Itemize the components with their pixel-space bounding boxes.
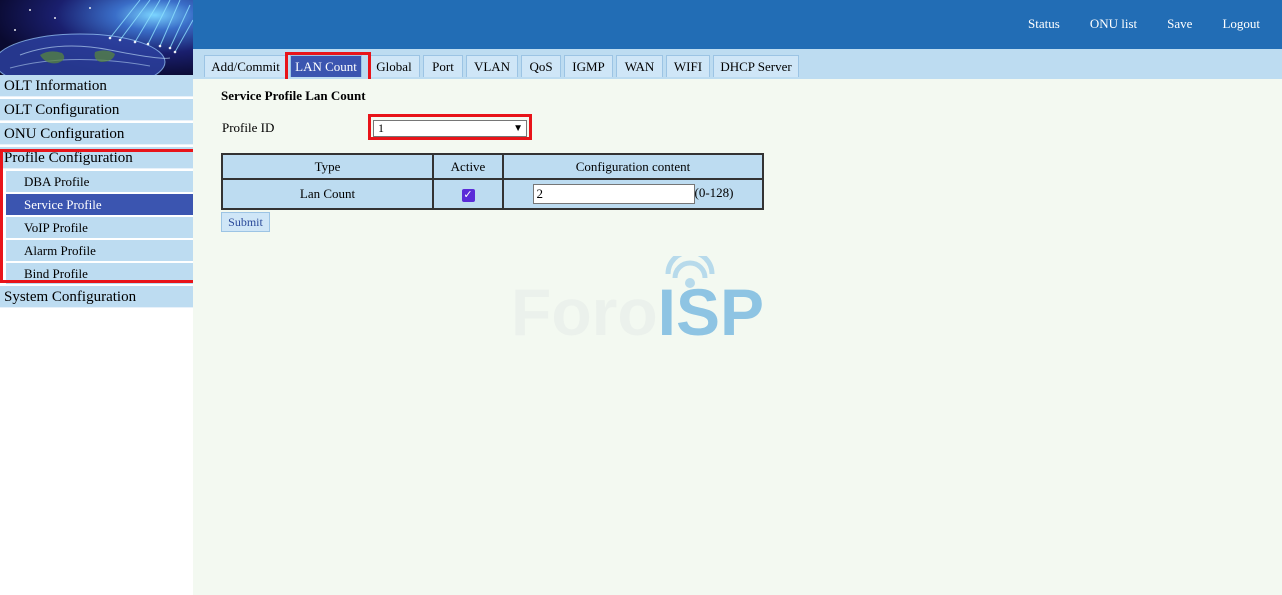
table-header-configuration-content: Configuration content (502, 153, 764, 180)
tab-wifi[interactable]: WIFI (666, 55, 710, 77)
tab-add-commit[interactable]: Add/Commit (204, 55, 287, 77)
sidebar-item-onu-configuration[interactable]: ONU Configuration (0, 123, 193, 145)
sidebar-subitem-bind-profile[interactable]: Bind Profile (6, 263, 193, 284)
sidebar-item-system-configuration[interactable]: System Configuration (0, 286, 193, 308)
tab-vlan[interactable]: VLAN (466, 55, 518, 77)
save-link[interactable]: Save (1167, 16, 1192, 32)
active-checkbox[interactable]: ✓ (461, 188, 475, 202)
tab-dhcp-server[interactable]: DHCP Server (713, 55, 799, 77)
sidebar-item-olt-information[interactable]: OLT Information (0, 75, 193, 97)
globe-logo-icon (0, 0, 193, 75)
main-content: Service Profile Lan Count Profile ID 1 ▼… (193, 79, 1282, 595)
sidebar-subitem-alarm-profile[interactable]: Alarm Profile (6, 240, 193, 261)
table-header-row: Type Active Configuration content (221, 153, 764, 180)
top-links: Status ONU list Save Logout (1028, 16, 1260, 32)
profile-id-label: Profile ID (222, 120, 275, 135)
page-title: Service Profile Lan Count (221, 88, 366, 103)
table-row: Lan Count ✓ 2 (0-128) (221, 178, 764, 210)
range-hint: (0-128) (694, 184, 734, 200)
profile-id-value: 1 (378, 121, 384, 135)
sidebar-item-olt-configuration[interactable]: OLT Configuration (0, 99, 193, 121)
top-header-bar: Status ONU list Save Logout (193, 0, 1282, 49)
tab-global[interactable]: Global (368, 55, 420, 77)
status-link[interactable]: Status (1028, 16, 1060, 32)
submit-button[interactable]: Submit (221, 212, 270, 232)
logout-link[interactable]: Logout (1222, 16, 1260, 32)
sidebar-subitem-service-profile[interactable]: Service Profile (6, 194, 193, 215)
onu-list-link[interactable]: ONU list (1090, 16, 1137, 32)
tab-wan[interactable]: WAN (616, 55, 663, 77)
lan-count-input[interactable]: 2 (532, 184, 695, 204)
profile-id-select[interactable]: 1 ▼ (373, 120, 527, 137)
logo (0, 0, 193, 75)
row-active-cell: ✓ (432, 178, 504, 210)
config-table: Type Active Configuration content Lan Co… (221, 153, 764, 210)
tab-lan-count[interactable]: LAN Count (290, 55, 362, 77)
sidebar-item-profile-configuration[interactable]: Profile Configuration (0, 147, 193, 169)
row-type-cell: Lan Count (221, 178, 434, 210)
tab-bar: Add/Commit LAN Count Global Port VLAN Qo… (193, 49, 1282, 79)
tab-qos[interactable]: QoS (521, 55, 561, 77)
sidebar-subitem-voip-profile[interactable]: VoIP Profile (6, 217, 193, 238)
tab-port[interactable]: Port (423, 55, 463, 77)
chevron-down-icon: ▼ (513, 123, 523, 134)
row-config-cell: 2 (0-128) (502, 178, 764, 210)
table-header-active: Active (432, 153, 504, 180)
tab-igmp[interactable]: IGMP (564, 55, 613, 77)
table-header-type: Type (221, 153, 434, 180)
sidebar-subitem-dba-profile[interactable]: DBA Profile (6, 171, 193, 192)
watermark-text: ForoISP (511, 275, 765, 349)
